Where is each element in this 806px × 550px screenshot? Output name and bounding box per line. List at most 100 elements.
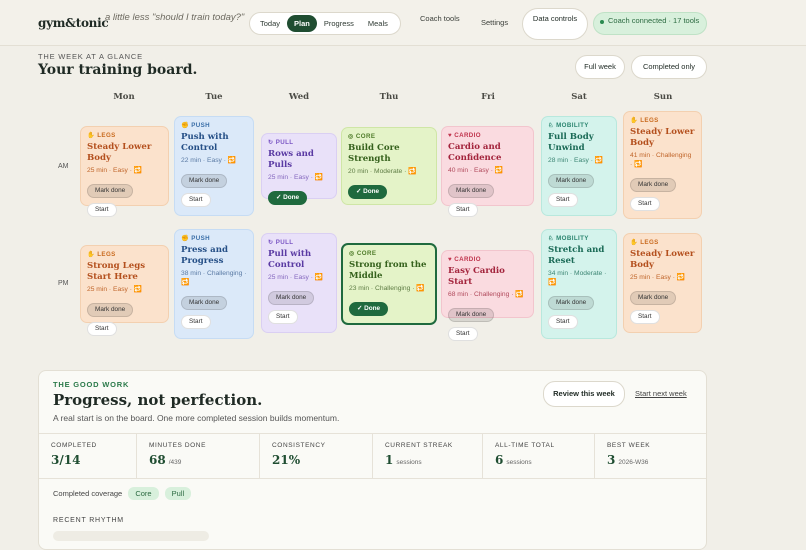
page-title: Your training board. [38, 62, 198, 78]
session-card-am-sun[interactable]: ✋ LEGS Steady Lower Body 41 min · Challeng… [623, 111, 702, 219]
session-card-am-wed[interactable]: ↻ PULL Rows and Pulls 25 min · Easy · 🔁 ✓ D… [261, 133, 337, 205]
session-meta: 25 min · Easy · 🔁 [268, 174, 324, 181]
completed-coverage: Completed coverage Core Pull [53, 487, 192, 500]
app-logo[interactable]: gym&tonic [38, 16, 109, 30]
mark-done-button[interactable]: Mark done [87, 184, 134, 198]
stat-value: 21% [272, 453, 301, 467]
stat-value-wrap: 21% [272, 453, 372, 467]
session-category-label: CORE [356, 250, 377, 257]
start-next-week-link[interactable]: Start next week [635, 389, 687, 398]
session-meta: 23 min · Challenging · 🔁 [349, 285, 425, 292]
session-card-am-mon[interactable]: ✋ LEGS Steady Lower Body 25 min · Easy · 🔁… [80, 126, 169, 217]
session-actions: ✓ Done [348, 180, 430, 199]
tab-progress[interactable]: Progress [317, 15, 361, 32]
completed-only-button[interactable]: Completed only [631, 55, 707, 79]
coach-tools-link[interactable]: Coach tools [420, 14, 460, 24]
done-badge[interactable]: ✓ Done [349, 302, 389, 316]
mark-done-button[interactable]: Mark done [548, 296, 595, 310]
stat-value: 68 [149, 453, 166, 467]
mark-done-button[interactable]: Mark done [548, 174, 595, 188]
flame-icon: ✋ [87, 251, 98, 258]
start-button[interactable]: Start [181, 193, 211, 207]
session-actions: Mark done Start [548, 169, 610, 207]
tab-meals[interactable]: Meals [361, 15, 395, 32]
session-category-label: LEGS [640, 117, 659, 124]
done-badge[interactable]: ✓ Done [348, 185, 388, 199]
start-button[interactable]: Start [630, 197, 660, 211]
stat-label: COMPLETED [51, 442, 97, 449]
session-card-pm-mon[interactable]: ✋ LEGS Strong Legs Start Here 25 min · Eas… [80, 245, 169, 336]
session-actions: Mark done Start [548, 291, 610, 329]
session-actions: Mark done Start [181, 169, 247, 207]
session-category: ✋ LEGS [87, 132, 162, 140]
session-card-pm-tue[interactable]: ✊ PUSH Press and Progress 38 min · Challen… [174, 229, 254, 339]
data-controls-button[interactable]: Data controls [522, 8, 588, 40]
stat-suffix: 2026-W36 [618, 459, 649, 466]
start-button[interactable]: Start [448, 327, 478, 341]
review-week-button[interactable]: Review this week [543, 381, 625, 407]
stat-value: 6 [495, 453, 504, 467]
mark-done-button[interactable]: Mark done [87, 303, 134, 317]
session-card-am-thu[interactable]: ◎ CORE Build Core Strength 20 min · Modera… [341, 127, 437, 205]
session-card-am-tue[interactable]: ✊ PUSH Push with Control 22 min · Easy · 🔁… [174, 116, 254, 216]
start-button[interactable]: Start [548, 315, 578, 329]
day-header-sun: Sun [653, 92, 673, 102]
mark-done-button[interactable]: Mark done [181, 174, 228, 188]
progress-title: Progress, not perfection. [53, 391, 263, 409]
session-category: ♘ MOBILITY [548, 235, 610, 243]
start-button[interactable]: Start [268, 310, 298, 324]
start-button[interactable]: Start [448, 203, 478, 217]
tab-today[interactable]: Today [253, 15, 287, 32]
progress-subtitle: A real start is on the board. One more c… [53, 413, 340, 423]
session-category: ◎ CORE [349, 250, 429, 258]
session-category-label: LEGS [640, 239, 659, 246]
flame-icon: ✋ [630, 239, 641, 246]
start-button[interactable]: Start [181, 315, 211, 329]
session-meta: 25 min · Easy · 🔁 [87, 167, 143, 174]
day-header-mon: Mon [113, 92, 135, 102]
session-meta: 34 min · Moderate · 🔁 [548, 270, 607, 286]
stat-current-streak: CURRENT STREAK 1 sessions [373, 434, 483, 479]
mark-done-button[interactable]: Mark done [268, 291, 315, 305]
session-card-am-fri[interactable]: ♥ CARDIO Cardio and Confidence 40 min · Ea… [441, 126, 534, 217]
stat-value: 3 [607, 453, 616, 467]
session-actions: ✓ Done [349, 297, 429, 316]
session-card-am-sat[interactable]: ♘ MOBILITY Full Body Unwind 28 min · Easy … [541, 116, 617, 216]
session-category-label: PUSH [191, 122, 211, 129]
session-title: Pull with Control [268, 249, 312, 270]
session-meta: 28 min · Easy · 🔁 [548, 157, 604, 164]
day-header-thu: Thu [379, 92, 399, 102]
session-card-pm-wed[interactable]: ↻ PULL Pull with Control 25 min · Easy · 🔁… [261, 233, 337, 333]
session-category: ↻ PULL [268, 139, 330, 147]
session-category: ↻ PULL [268, 239, 330, 247]
top-bar: gym&tonic a little less "should I train … [0, 0, 806, 46]
tab-plan[interactable]: Plan [287, 15, 317, 32]
full-week-button[interactable]: Full week [575, 55, 625, 79]
session-card-pm-thu[interactable]: ◎ CORE Strong from the Middle 23 min · Cha… [341, 243, 437, 325]
session-card-pm-sat[interactable]: ♘ MOBILITY Stretch and Reset 34 min · Mode… [541, 229, 617, 339]
stat-value-wrap: 6 sessions [495, 453, 594, 467]
settings-link[interactable]: Settings [481, 18, 508, 28]
progress-eyebrow: THE GOOD WORK [53, 380, 130, 389]
mark-done-button[interactable]: Mark done [630, 178, 677, 192]
session-title: Cardio and Confidence [448, 142, 502, 163]
session-category-label: PULL [275, 239, 294, 246]
mark-done-button[interactable]: Mark done [630, 291, 677, 305]
session-meta: 68 min · Challenging · 🔁 [448, 291, 524, 298]
stat-completed: COMPLETED 3/14 [39, 434, 137, 479]
session-title: Steady Lower Body [87, 142, 152, 163]
session-card-pm-sun[interactable]: ✋ LEGS Steady Lower Body 25 min · Easy · 🔁… [623, 233, 702, 333]
session-category: ♥ CARDIO [448, 132, 527, 140]
mark-done-button[interactable]: Mark done [448, 308, 495, 322]
start-button[interactable]: Start [630, 310, 660, 324]
session-category-label: CORE [355, 133, 376, 140]
mark-done-button[interactable]: Mark done [181, 296, 228, 310]
start-button[interactable]: Start [87, 203, 117, 217]
session-meta: 25 min · Easy · 🔁 [87, 286, 143, 293]
start-button[interactable]: Start [87, 322, 117, 336]
session-card-pm-fri[interactable]: ♥ CARDIO Easy Cardio Start 68 min · Challe… [441, 250, 534, 341]
start-button[interactable]: Start [548, 193, 578, 207]
rhythm-track [53, 531, 209, 541]
done-badge[interactable]: ✓ Done [268, 191, 308, 205]
mark-done-button[interactable]: Mark done [448, 184, 495, 198]
